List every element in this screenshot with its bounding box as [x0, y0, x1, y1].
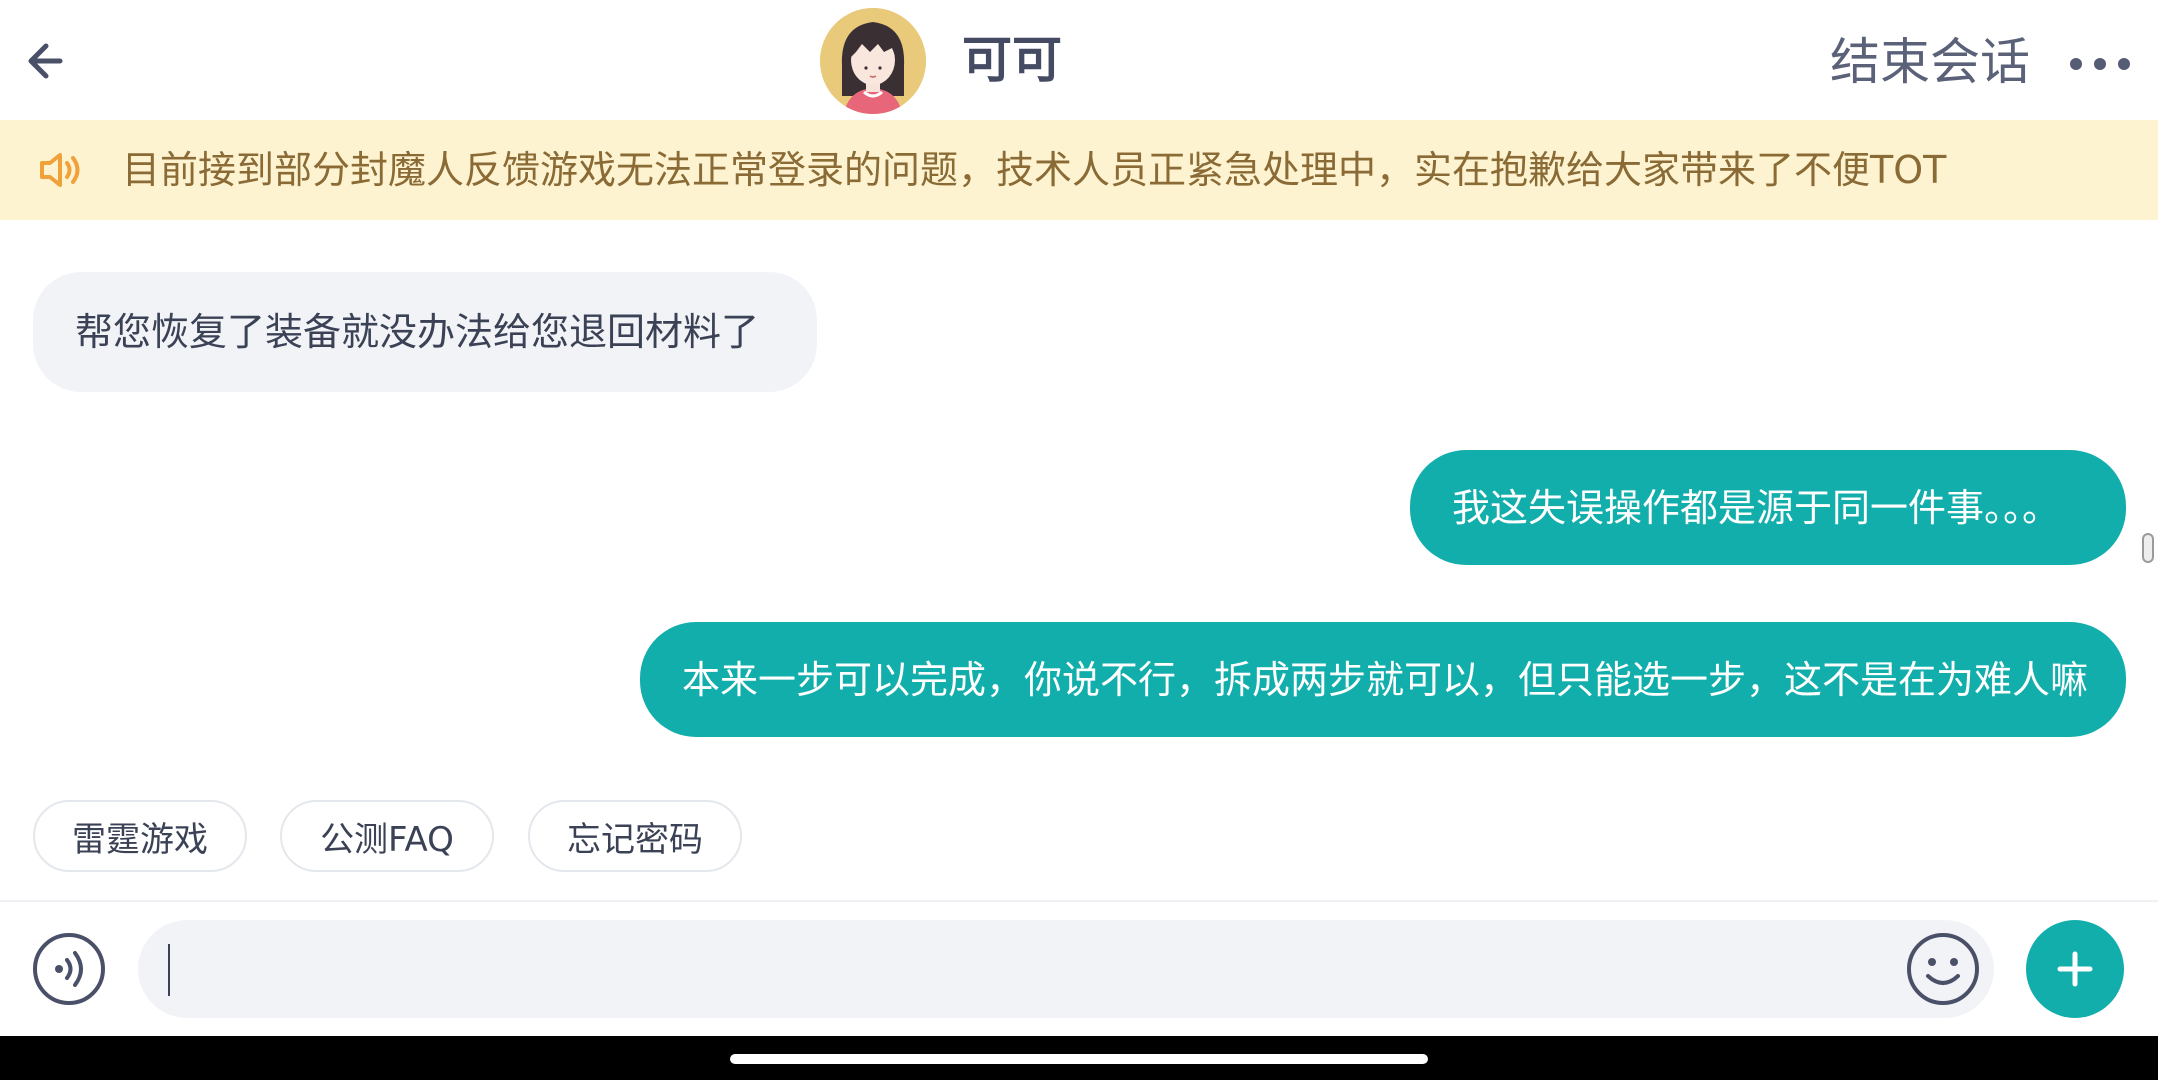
message-text: 帮您恢复了装备就没办法给您退回材料了 — [75, 310, 760, 354]
back-arrow-icon[interactable] — [22, 35, 74, 87]
message-text: 本来一步可以完成，你说不行，拆成两步就可以，但只能选一步，这不是在为难人嘛 — [682, 657, 2089, 702]
chat-screen: 可可 结束会话 目前接到部分封魔人反馈游戏无法正常登录的问题，技术人员正紧急处理… — [0, 0, 2158, 1080]
plus-icon[interactable] — [2026, 920, 2124, 1018]
notice-text: 目前接到部分封魔人反馈游戏无法正常登录的问题，技术人员正紧急处理中，实在抱歉给大… — [122, 148, 1947, 192]
quick-reply-chip[interactable]: 雷霆游戏 — [33, 800, 247, 872]
home-indicator[interactable] — [730, 1054, 1428, 1064]
chat-title: 可可 — [962, 31, 1062, 89]
more-dots-icon[interactable] — [2068, 40, 2132, 84]
end-session-button[interactable]: 结束会话 — [1830, 30, 2030, 94]
speaker-icon — [38, 150, 84, 190]
system-bottom-bar — [0, 1036, 2158, 1080]
message-text: 我这失误操作都是源于同一件事。。。 — [1452, 485, 2061, 530]
emoji-icon[interactable] — [1906, 932, 1980, 1006]
outgoing-message: 本来一步可以完成，你说不行，拆成两步就可以，但只能选一步，这不是在为难人嘛 — [640, 622, 2126, 737]
message-input-box[interactable] — [138, 920, 1994, 1018]
notice-banner: 目前接到部分封魔人反馈游戏无法正常登录的问题，技术人员正紧急处理中，实在抱歉给大… — [0, 120, 2158, 220]
quick-reply-chip[interactable]: 忘记密码 — [528, 800, 742, 872]
scrollbar-thumb[interactable] — [2142, 533, 2154, 563]
quick-reply-chip[interactable]: 公测FAQ — [280, 800, 494, 872]
chat-header: 可可 结束会话 — [0, 0, 2158, 120]
voice-icon[interactable] — [32, 932, 106, 1006]
message-input[interactable] — [168, 938, 1888, 1000]
text-caret — [168, 944, 170, 996]
avatar — [820, 8, 926, 114]
divider — [0, 900, 2158, 902]
incoming-message: 帮您恢复了装备就没办法给您退回材料了 — [33, 272, 817, 392]
outgoing-message: 我这失误操作都是源于同一件事。。。 — [1410, 450, 2126, 565]
